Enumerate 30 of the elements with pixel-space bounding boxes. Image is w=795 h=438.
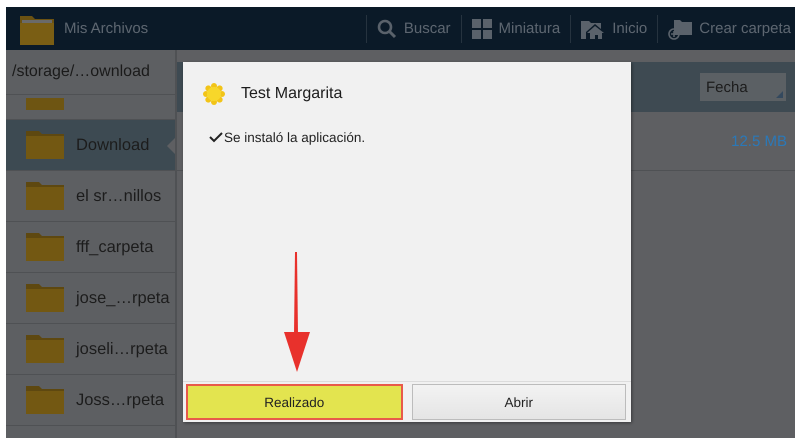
sun-icon — [203, 83, 225, 105]
folder-icon — [26, 98, 64, 110]
folder-item[interactable]: joseli…rpeta — [6, 324, 175, 375]
folder-icon — [26, 386, 64, 414]
folder-item[interactable]: fff_carpeta — [6, 222, 175, 273]
sort-dropdown[interactable]: Fecha — [700, 73, 786, 101]
toolbar-button[interactable]: Buscar — [372, 18, 455, 38]
search-icon — [376, 18, 397, 38]
dialog-button[interactable]: Abrir — [412, 384, 626, 420]
home-folder-icon — [581, 18, 606, 38]
check-icon — [209, 132, 223, 143]
new-folder-icon — [668, 18, 692, 40]
dialog-message: Se instaló la aplicación. — [224, 130, 366, 145]
folder-icon — [26, 284, 64, 312]
toolbar-button[interactable]: Inicio — [577, 18, 652, 38]
file-size: 12.5 MB — [731, 132, 787, 150]
grid-icon — [472, 18, 492, 38]
folder-path: /storage/…ownload — [6, 50, 175, 95]
dialog-button[interactable]: Realizado — [186, 384, 402, 420]
folder-icon — [26, 131, 64, 159]
toolbar-button[interactable]: Crear carpeta — [664, 18, 795, 40]
dialog-title: Test Margarita — [241, 85, 342, 103]
folder-item[interactable]: el sr…nillos — [6, 171, 175, 222]
folder-icon — [26, 335, 64, 363]
folder-item[interactable]: jose_…rpeta — [6, 273, 175, 324]
app-title: Mis Archivos — [64, 20, 148, 37]
folder-icon — [26, 233, 64, 261]
toolbar-button[interactable]: Miniatura — [468, 18, 564, 38]
folder-item[interactable]: Joss…rpeta — [6, 375, 175, 426]
folder-icon — [26, 182, 64, 210]
